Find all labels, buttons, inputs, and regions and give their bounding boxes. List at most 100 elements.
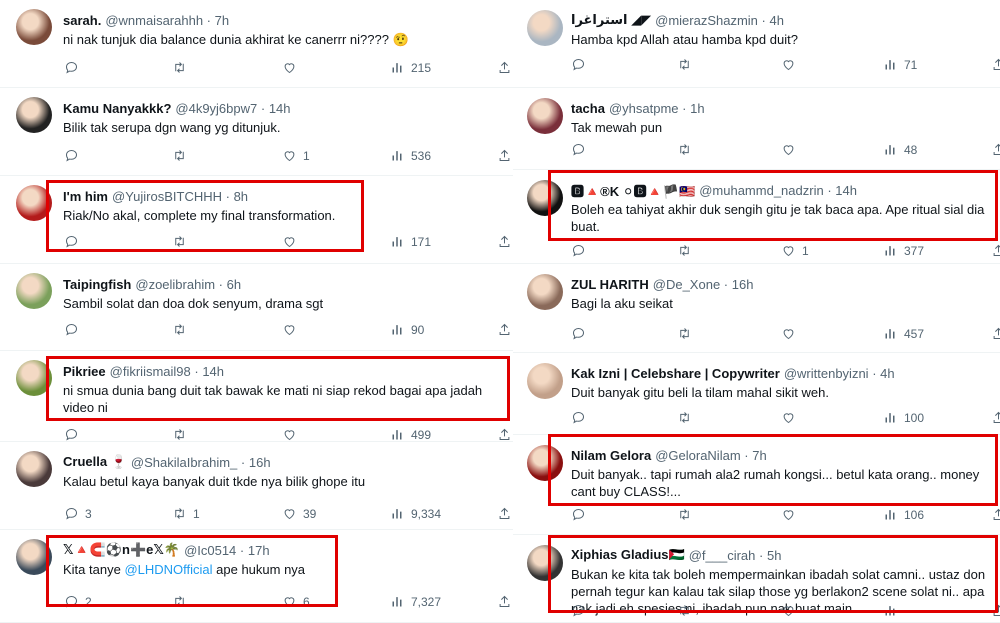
like-button[interactable] [781,142,802,157]
user-handle[interactable]: @De_Xone [653,277,720,292]
reply-button[interactable] [571,410,592,425]
retweet-button[interactable] [677,243,698,258]
like-button[interactable]: 39 [282,506,316,521]
tweet[interactable]: ZUL HARITH @De_Xone · 16h Bagi la aku seik… [513,264,1000,353]
tweet[interactable]: استراغرا ◢◤ @mierazShazmin · 4h Hamba kpd … [513,0,1000,88]
avatar[interactable] [527,445,563,481]
reply-button[interactable] [64,427,85,442]
share-button[interactable] [497,322,512,337]
share-button[interactable] [991,603,1000,618]
display-name[interactable]: 🅱🔺®K ⚪🅱🔺🏴🇲🇾 [571,181,695,200]
views-button[interactable]: 457 [883,326,924,341]
share-button[interactable] [991,507,1000,522]
reply-button[interactable] [571,326,592,341]
retweet-button[interactable] [172,60,193,75]
views-button[interactable]: 9,334 [390,506,441,521]
timestamp[interactable]: 6h [227,277,241,292]
retweet-button[interactable]: 1 [172,506,200,521]
views-button[interactable]: 90 [390,322,424,337]
display-name[interactable]: ZUL HARITH [571,277,649,292]
retweet-button[interactable] [172,427,193,442]
display-name[interactable]: tacha [571,101,605,116]
like-button[interactable] [781,603,802,618]
like-button[interactable] [282,427,303,442]
user-handle[interactable]: @4k9yj6bpw7 [175,101,257,116]
like-button[interactable] [282,322,303,337]
reply-button[interactable] [571,243,592,258]
like-button[interactable]: 1 [282,148,310,163]
user-handle[interactable]: @mierazShazmin [655,13,758,28]
reply-button[interactable] [64,234,85,249]
retweet-button[interactable] [172,594,193,609]
display-name[interactable]: Nilam Gelora [571,448,651,463]
tweet[interactable]: Cruella 🍷 @ShakilaIbrahim_ · 16h Kalau bet… [0,442,513,530]
retweet-button[interactable] [172,234,193,249]
avatar[interactable] [16,185,52,221]
tweet[interactable]: Xiphias Gladius🇵🇸 @f___cirah · 5h Bukan ke… [513,535,1000,623]
views-button[interactable]: 536 [390,148,431,163]
user-handle[interactable]: @GeloraNilam [655,448,740,463]
timestamp[interactable]: 14h [269,101,291,116]
user-handle[interactable]: @fikriismail98 [110,364,191,379]
timestamp[interactable]: 17h [248,543,270,558]
views-button[interactable]: 106 [883,507,924,522]
avatar[interactable] [16,360,52,396]
share-button[interactable] [497,148,512,163]
tweet[interactable]: tacha @yhsatpme · 1h Tak mewah pun 48 [513,88,1000,170]
user-handle[interactable]: @f___cirah [689,548,756,563]
display-name[interactable]: 𝕏🔺🧲⚽️n➕e𝕏🌴 [63,542,180,558]
reply-button[interactable] [571,142,592,157]
timestamp[interactable]: 8h [234,189,248,204]
avatar[interactable] [527,274,563,310]
avatar[interactable] [527,363,563,399]
share-button[interactable] [497,594,512,609]
views-button[interactable]: 377 [883,243,924,258]
reply-button[interactable] [571,57,592,72]
tweet[interactable]: 𝕏🔺🧲⚽️n➕e𝕏🌴 @Ic0514 · 17h Kita tanye @LHDNO… [0,530,513,623]
timestamp[interactable]: 4h [769,13,783,28]
timestamp[interactable]: 1h [690,101,704,116]
views-button[interactable]: 71 [883,57,917,72]
display-name[interactable]: Kak Izni | Celebshare | Copywriter [571,366,780,381]
share-button[interactable] [991,142,1000,157]
share-button[interactable] [497,506,512,521]
timestamp[interactable]: 14h [835,183,857,198]
tweet[interactable]: Kamu Nanyakkk? @4k9yj6bpw7 · 14h Bilik tak… [0,88,513,176]
avatar[interactable] [16,273,52,309]
display-name[interactable]: استراغرا ◢◤ [571,12,651,28]
tweet[interactable]: I'm him @YujirosBITCHHH · 8h Riak/No akal,… [0,176,513,264]
retweet-button[interactable] [172,148,193,163]
display-name[interactable]: Taipingfish [63,277,131,292]
retweet-button[interactable] [677,603,698,618]
views-button[interactable]: 499 [390,427,431,442]
timestamp[interactable]: 7h [215,13,229,28]
share-button[interactable] [991,57,1000,72]
display-name[interactable]: I'm him [63,189,108,204]
like-button[interactable] [781,410,802,425]
tweet[interactable]: Taipingfish @zoelibrahim · 6h Sambil solat… [0,264,513,351]
like-button[interactable] [781,507,802,522]
avatar[interactable] [527,10,563,46]
display-name[interactable]: sarah. [63,13,101,28]
share-button[interactable] [991,243,1000,258]
display-name[interactable]: Kamu Nanyakkk? [63,101,171,116]
avatar[interactable] [16,9,52,45]
user-handle[interactable]: @YujirosBITCHHH [112,189,222,204]
reply-button[interactable] [571,507,592,522]
display-name[interactable]: Xiphias Gladius🇵🇸 [571,547,685,563]
timestamp[interactable]: 14h [202,364,224,379]
mention-link[interactable]: @LHDNOfficial [124,562,212,577]
user-handle[interactable]: @ShakilaIbrahim_ [131,455,237,470]
tweet[interactable]: Pikriee @fikriismail98 · 14h ni smua dunia… [0,351,513,442]
views-button[interactable]: 215 [390,60,431,75]
share-button[interactable] [497,60,512,75]
avatar[interactable] [527,98,563,134]
avatar[interactable] [16,539,52,575]
tweet[interactable]: Nilam Gelora @GeloraNilam · 7h Duit banyak… [513,435,1000,535]
reply-button[interactable] [571,603,592,618]
reply-button[interactable] [64,148,85,163]
avatar[interactable] [16,451,52,487]
reply-button[interactable] [64,60,85,75]
retweet-button[interactable] [677,507,698,522]
timestamp[interactable]: 4h [880,366,894,381]
